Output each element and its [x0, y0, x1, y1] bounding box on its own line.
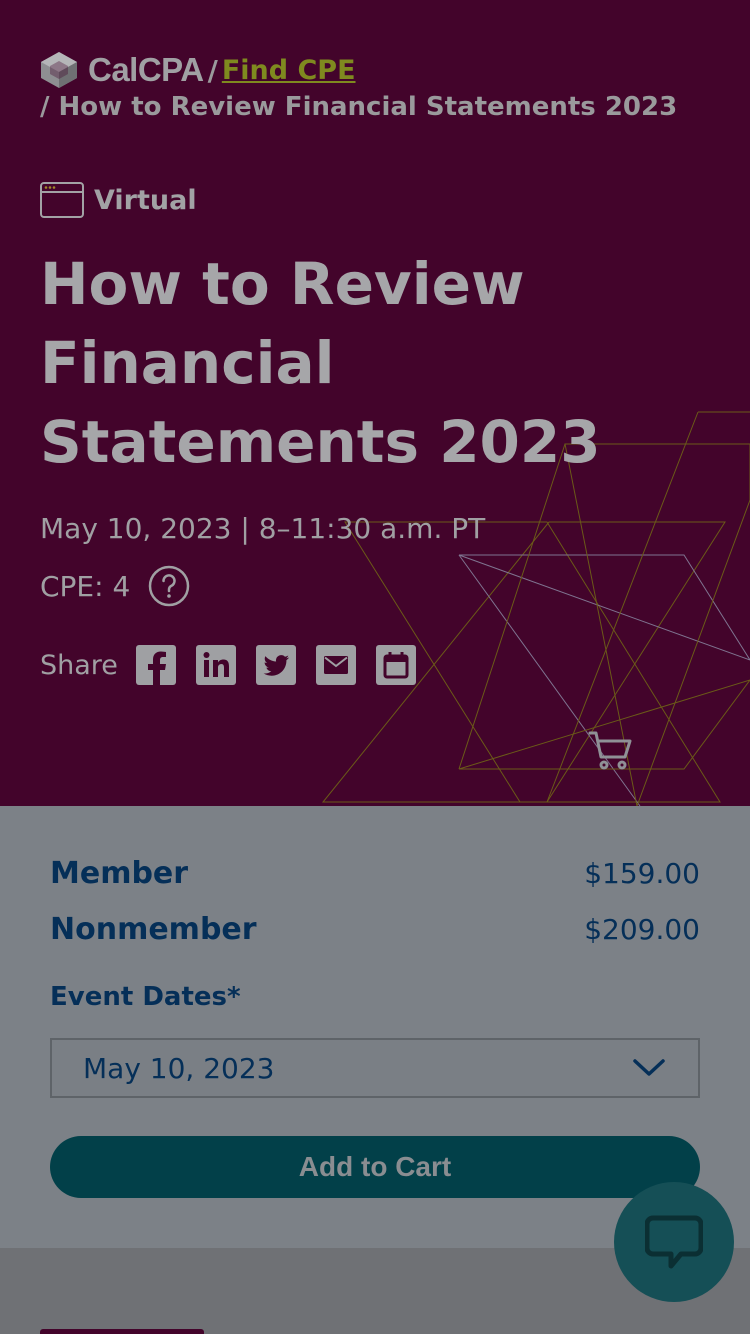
- page: CalCPA / Find CPE / How to Review Financ…: [0, 0, 750, 1334]
- event-format: Virtual: [40, 182, 197, 218]
- member-price-row: Member $159.00: [50, 856, 700, 891]
- breadcrumb: CalCPA / Find CPE / How to Review Financ…: [40, 50, 720, 122]
- facebook-icon[interactable]: [135, 645, 176, 685]
- event-date-time: May 10, 2023 | 8–11:30 a.m. PT: [40, 512, 486, 545]
- breadcrumb-current: / How to Review Financial Statements 202…: [40, 92, 678, 122]
- chevron-down-icon: [633, 1059, 665, 1076]
- cart-icon[interactable]: [588, 728, 634, 774]
- add-to-cart-button[interactable]: Add to Cart: [50, 1136, 700, 1198]
- nonmember-price: $209.00: [584, 913, 700, 946]
- browser-window-icon: [40, 182, 84, 218]
- cpe-credits-label: CPE: 4: [40, 569, 131, 603]
- member-label: Member: [50, 856, 189, 891]
- event-date-select[interactable]: May 10, 2023: [50, 1038, 700, 1098]
- cpe-credits: CPE: 4: [40, 565, 190, 607]
- logo-text[interactable]: CalCPA: [88, 51, 204, 89]
- event-format-label: Virtual: [94, 184, 197, 216]
- bottom-accent-bar: [40, 1329, 204, 1334]
- nonmember-label: Nonmember: [50, 912, 257, 947]
- calendar-icon[interactable]: [375, 645, 416, 685]
- help-question-icon[interactable]: [148, 565, 190, 607]
- linkedin-icon[interactable]: [195, 645, 236, 685]
- share-label: Share: [40, 649, 118, 681]
- email-icon[interactable]: [315, 645, 356, 685]
- chat-button[interactable]: [614, 1182, 734, 1302]
- page-title: How to Review Financial Statements 2023: [40, 250, 601, 476]
- hero-section: CalCPA / Find CPE / How to Review Financ…: [0, 0, 750, 806]
- breadcrumb-separator: /: [207, 53, 218, 87]
- chat-bubble-icon: [645, 1215, 703, 1269]
- nonmember-price-row: Nonmember $209.00: [50, 912, 700, 947]
- member-price: $159.00: [584, 857, 700, 890]
- calcpa-logo-icon[interactable]: [40, 51, 78, 89]
- share-bar: Share: [40, 645, 436, 685]
- event-date-selected: May 10, 2023: [83, 1051, 275, 1085]
- breadcrumb-link-find-cpe[interactable]: Find CPE: [222, 55, 356, 86]
- event-dates-label: Event Dates*: [50, 982, 241, 1012]
- twitter-icon[interactable]: [255, 645, 296, 685]
